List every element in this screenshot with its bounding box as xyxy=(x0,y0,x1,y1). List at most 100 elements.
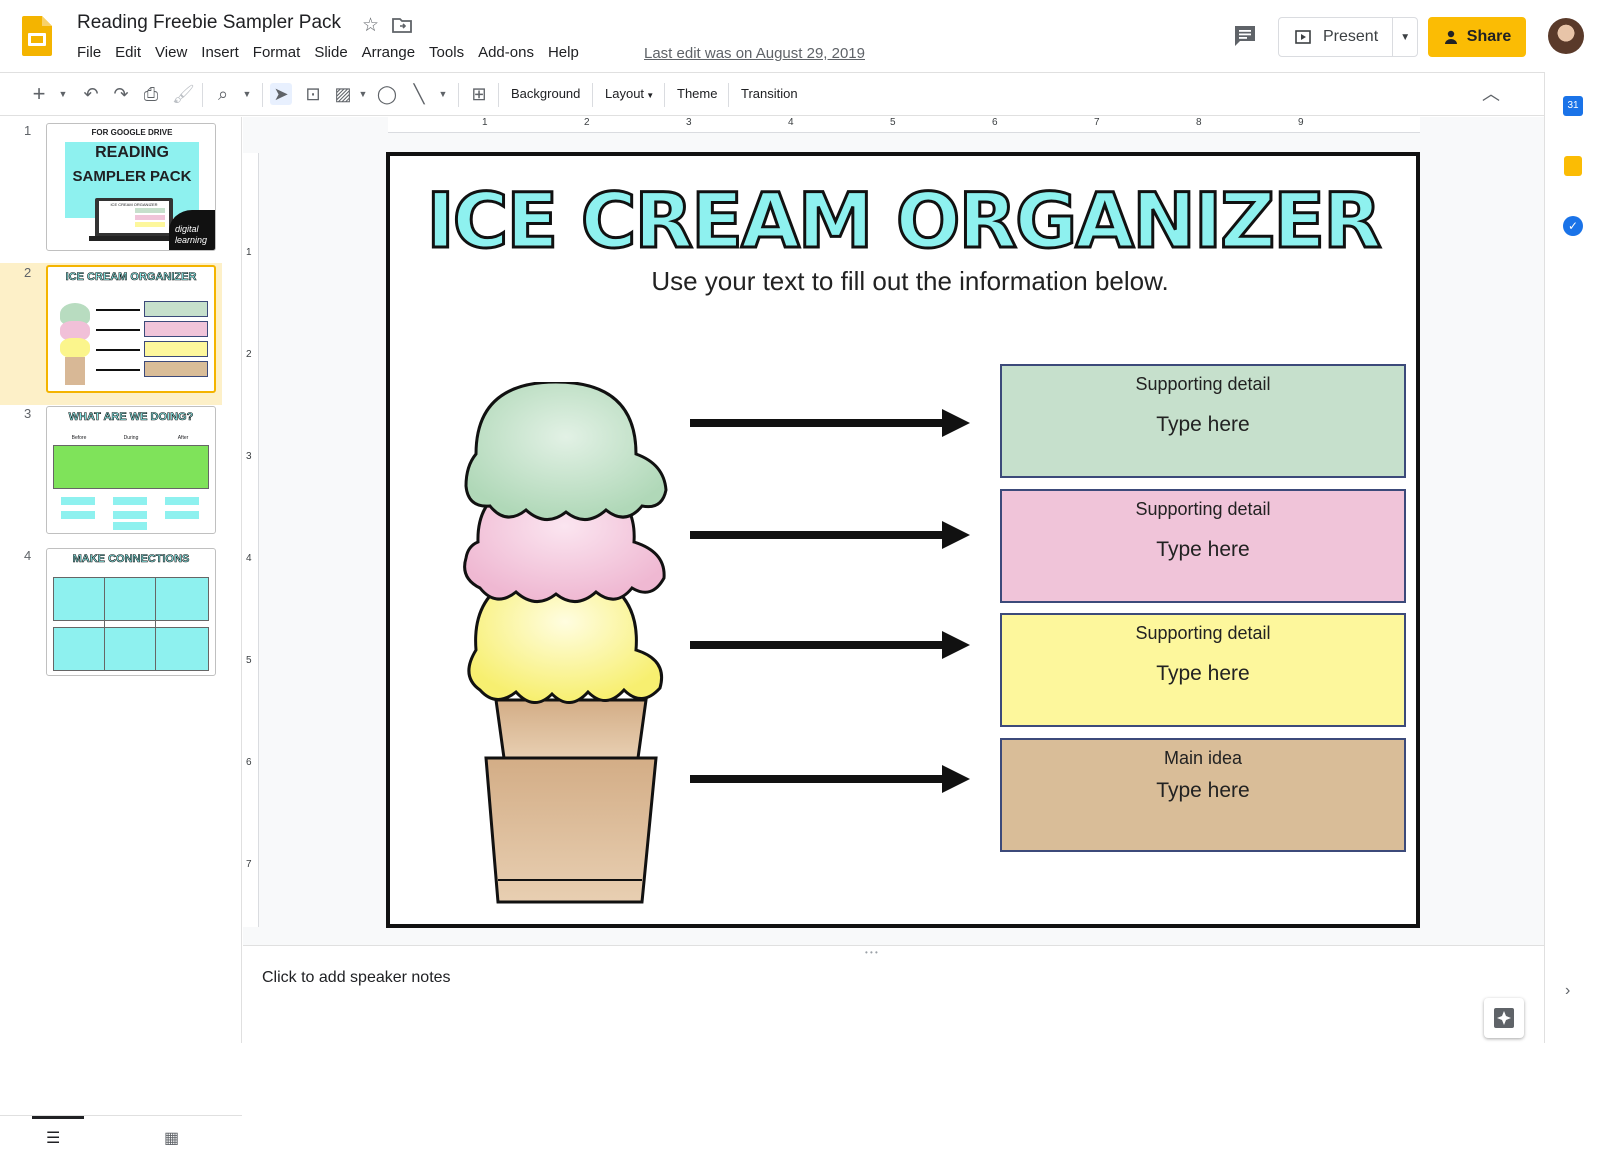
thumb-chip xyxy=(113,497,147,505)
toolbar-divider xyxy=(458,83,459,107)
supporting-detail-box-3[interactable]: Supporting detail Type here xyxy=(1000,613,1406,727)
share-label: Share xyxy=(1466,28,1512,45)
menu-help[interactable]: Help xyxy=(548,44,587,61)
print-icon[interactable]: ⎙ xyxy=(140,83,162,105)
ruler-mark: 3 xyxy=(246,451,252,462)
menu-edit[interactable]: Edit xyxy=(115,44,149,61)
menu-tools[interactable]: Tools xyxy=(429,44,472,61)
menu-format[interactable]: Format xyxy=(253,44,309,61)
thumb-title-line1: READING xyxy=(95,144,169,161)
zoom-caret-icon[interactable]: ▼ xyxy=(236,83,258,105)
text-box-icon[interactable]: ⊡ xyxy=(302,83,324,105)
filmstrip-view-toggle: ☰ ▦ xyxy=(0,1115,242,1160)
speaker-notes-placeholder[interactable]: Click to add speaker notes xyxy=(262,969,451,987)
supporting-detail-box-1[interactable]: Supporting detail Type here xyxy=(1000,364,1406,478)
share-button[interactable]: Share xyxy=(1428,17,1526,57)
ruler-mark: 1 xyxy=(246,247,252,258)
explore-button[interactable] xyxy=(1484,998,1524,1038)
grid-view-icon[interactable]: ▦ xyxy=(164,1128,179,1148)
menu-addons[interactable]: Add-ons xyxy=(478,44,542,61)
tasks-icon[interactable]: ✓ xyxy=(1563,216,1583,236)
slide-thumbnail-1[interactable]: FOR GOOGLE DRIVE READING SAMPLER PACK IC… xyxy=(46,123,216,251)
new-slide-caret-icon[interactable]: ▼ xyxy=(52,83,74,105)
image-caret-icon[interactable]: ▼ xyxy=(352,83,374,105)
select-pointer-icon[interactable]: ➤ xyxy=(270,83,292,105)
slide[interactable]: ICE CREAM ORGANIZER Use your text to fil… xyxy=(386,152,1420,928)
toolbar-divider xyxy=(262,83,263,107)
ruler-mark: 8 xyxy=(1196,117,1202,128)
menu-bar: File Edit View Insert Format Slide Arran… xyxy=(77,44,593,61)
toolbar-divider xyxy=(664,83,665,107)
box-body[interactable]: Type here xyxy=(1002,779,1404,803)
add-comment-icon[interactable]: ⊞ xyxy=(468,83,490,105)
background-button[interactable]: Background xyxy=(511,86,580,101)
thumb-chip xyxy=(61,511,95,519)
menu-insert[interactable]: Insert xyxy=(201,44,247,61)
box-body[interactable]: Type here xyxy=(1002,662,1404,686)
badge-line1: digital xyxy=(175,224,199,234)
layout-button[interactable]: Layout ▼ xyxy=(605,86,654,101)
transition-button[interactable]: Transition xyxy=(741,86,798,101)
move-to-folder-icon[interactable] xyxy=(391,14,413,36)
new-slide-icon[interactable]: + xyxy=(28,83,50,105)
menu-arrange[interactable]: Arrange xyxy=(362,44,423,61)
star-icon[interactable]: ☆ xyxy=(362,14,379,37)
comments-icon[interactable] xyxy=(1232,24,1258,48)
ice-cream-cone-illustration[interactable] xyxy=(446,382,676,904)
vertical-ruler[interactable]: 1 2 3 4 5 6 7 xyxy=(243,153,259,927)
ruler-mark: 4 xyxy=(246,553,252,564)
slide-title[interactable]: ICE CREAM ORGANIZER xyxy=(390,175,1416,267)
ruler-mark: 2 xyxy=(246,349,252,360)
toolbar: + ▼ ↶ ↷ ⎙ 🖌 ⌕ ▼ ➤ ⊡ ▨ ▼ ◯ ╲ ▼ ⊞ Backgrou… xyxy=(0,72,1544,116)
document-title[interactable]: Reading Freebie Sampler Pack xyxy=(77,12,341,34)
slide-subtitle[interactable]: Use your text to fill out the informatio… xyxy=(390,266,1416,297)
account-avatar[interactable] xyxy=(1548,18,1584,54)
menu-view[interactable]: View xyxy=(155,44,195,61)
present-button[interactable]: Present xyxy=(1279,18,1394,56)
last-edit-link[interactable]: Last edit was on August 29, 2019 xyxy=(644,45,865,62)
notes-resize-handle[interactable]: • • • xyxy=(243,945,1544,957)
redo-icon[interactable]: ↷ xyxy=(110,83,132,105)
drag-handle-icon: • • • xyxy=(865,948,878,957)
horizontal-ruler[interactable]: 1 2 3 4 5 6 7 8 9 xyxy=(388,117,1420,133)
box-label: Supporting detail xyxy=(1135,374,1271,394)
line-caret-icon[interactable]: ▼ xyxy=(432,83,454,105)
slide-thumbnail-4[interactable]: MAKE CONNECTIONS xyxy=(46,548,216,676)
arrow-2 xyxy=(690,521,970,549)
calendar-icon[interactable]: 31 xyxy=(1563,96,1583,116)
thumb-arrow xyxy=(96,349,140,351)
shape-icon[interactable]: ◯ xyxy=(376,83,398,105)
list-view-icon[interactable]: ☰ xyxy=(46,1128,60,1148)
slide-thumbnail-3[interactable]: WHAT ARE WE DOING? Before During After xyxy=(46,406,216,534)
thumb-box xyxy=(135,215,165,220)
theme-button[interactable]: Theme xyxy=(677,86,717,101)
undo-icon[interactable]: ↶ xyxy=(80,83,102,105)
menu-slide[interactable]: Slide xyxy=(314,44,355,61)
present-button-group: Present ▼ xyxy=(1278,17,1418,57)
toolbar-divider xyxy=(498,83,499,107)
box-label: Supporting detail xyxy=(1135,623,1271,643)
box-body[interactable]: Type here xyxy=(1002,413,1404,437)
slides-logo-icon[interactable] xyxy=(22,16,52,56)
toolbar-divider xyxy=(592,83,593,107)
keep-icon[interactable] xyxy=(1564,156,1582,176)
supporting-detail-box-2[interactable]: Supporting detail Type here xyxy=(1000,489,1406,603)
line-icon[interactable]: ╲ xyxy=(408,83,430,105)
ruler-mark: 5 xyxy=(246,655,252,666)
thumb-chip xyxy=(113,522,147,530)
thumb-grid-line xyxy=(104,577,105,671)
slide-thumbnail-2[interactable]: ICE CREAM ORGANIZER xyxy=(46,265,216,393)
explore-icon xyxy=(1494,1008,1514,1028)
paint-format-icon[interactable]: 🖌 xyxy=(172,83,195,105)
thumb-title: MAKE CONNECTIONS xyxy=(72,553,190,566)
main-idea-box[interactable]: Main idea Type here xyxy=(1000,738,1406,852)
collapse-toolbar-icon[interactable]: ︿ xyxy=(1480,83,1502,105)
slide-number: 3 xyxy=(24,406,32,421)
speaker-notes[interactable]: Click to add speaker notes xyxy=(243,957,1544,1043)
menu-file[interactable]: File xyxy=(77,44,109,61)
present-options-caret-icon[interactable]: ▼ xyxy=(1393,32,1417,43)
zoom-icon[interactable]: ⌕ xyxy=(212,83,234,105)
image-icon[interactable]: ▨ xyxy=(332,83,354,105)
box-body[interactable]: Type here xyxy=(1002,538,1404,562)
expand-panel-chevron-icon[interactable]: › xyxy=(1565,982,1570,1000)
